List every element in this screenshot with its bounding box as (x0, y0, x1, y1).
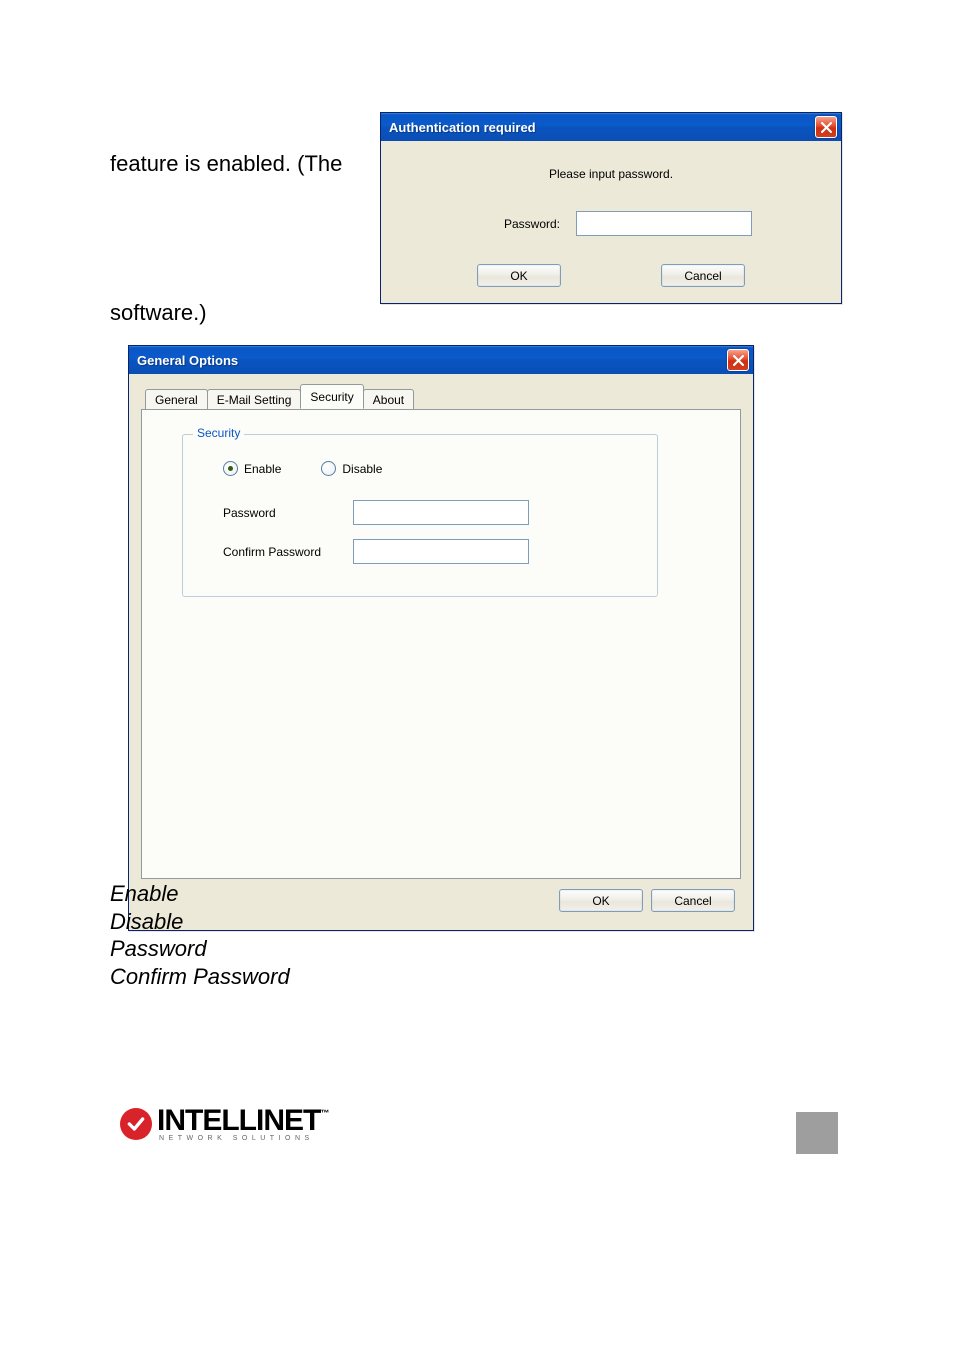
enable-radio[interactable]: Enable (223, 461, 281, 476)
password-label: Password: (470, 217, 560, 231)
security-groupbox: Security Enable Disable Password (182, 434, 658, 597)
confirm-password-label: Confirm Password (223, 545, 343, 559)
options-title: General Options (137, 353, 238, 368)
brand-tagline: NETWORK SOLUTIONS (157, 1135, 328, 1142)
groupbox-legend: Security (193, 426, 244, 440)
tab-bar: General E-Mail Setting Security About (145, 384, 741, 409)
body-text-fragment: feature is enabled. (The (110, 149, 342, 180)
close-icon[interactable] (727, 349, 749, 371)
auth-title: Authentication required (389, 120, 536, 135)
radio-icon (321, 461, 336, 476)
general-options-dialog: General Options General E-Mail Setting S… (128, 345, 754, 931)
enable-radio-label: Enable (244, 462, 281, 476)
body-text-fragment: software.) (110, 298, 207, 329)
tab-security[interactable]: Security (300, 384, 363, 409)
disable-radio-label: Disable (342, 462, 382, 476)
auth-message: Please input password. (381, 167, 841, 181)
password-input[interactable] (576, 211, 752, 236)
tab-email-setting[interactable]: E-Mail Setting (207, 389, 302, 410)
brand-logo: INTELLINET™ NETWORK SOLUTIONS (120, 1107, 328, 1142)
tab-general[interactable]: General (145, 389, 208, 410)
ok-button[interactable]: OK (559, 889, 643, 912)
term-enable: Enable (110, 880, 290, 908)
security-password-input[interactable] (353, 500, 529, 525)
brand-name: INTELLINET (157, 1104, 320, 1137)
page-number-box (796, 1112, 838, 1154)
term-disable: Disable (110, 908, 290, 936)
disable-radio[interactable]: Disable (321, 461, 382, 476)
password-label: Password (223, 506, 343, 520)
close-icon[interactable] (815, 116, 837, 138)
security-confirm-password-input[interactable] (353, 539, 529, 564)
term-confirm-password: Confirm Password (110, 963, 290, 991)
tab-about[interactable]: About (363, 389, 414, 410)
options-titlebar[interactable]: General Options (129, 346, 753, 374)
security-tabpanel: Security Enable Disable Password (141, 409, 741, 879)
cancel-button[interactable]: Cancel (661, 264, 745, 287)
auth-titlebar[interactable]: Authentication required (381, 113, 841, 141)
check-icon (120, 1108, 152, 1140)
cancel-button[interactable]: Cancel (651, 889, 735, 912)
term-password: Password (110, 935, 290, 963)
auth-dialog: Authentication required Please input pas… (380, 112, 842, 304)
ok-button[interactable]: OK (477, 264, 561, 287)
term-list: Enable Disable Password Confirm Password (110, 880, 290, 990)
radio-icon (223, 461, 238, 476)
